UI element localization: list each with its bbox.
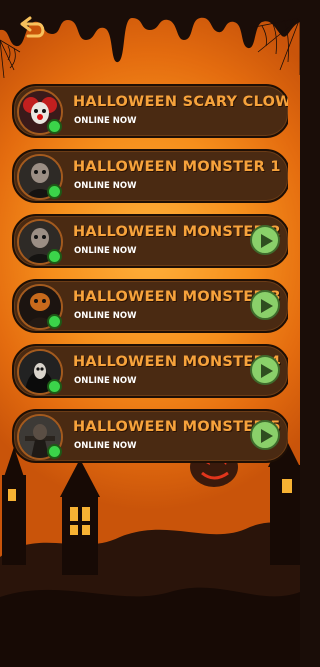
online-status-dot-icon [47, 444, 62, 459]
online-status-dot-icon [47, 184, 62, 199]
online-status-dot-icon [47, 249, 62, 264]
character-list[interactable]: HALLOWEEN SCARY CLOWN ONLINE NOW HALLOWE… [12, 84, 288, 472]
list-item[interactable]: HALLOWEEN SCARY CLOWN ONLINE NOW [12, 84, 288, 138]
online-status-label: ONLINE NOW [74, 181, 137, 191]
online-status-label: ONLINE NOW [74, 246, 137, 256]
online-status-dot-icon [47, 379, 62, 394]
play-button[interactable] [250, 420, 280, 450]
online-status-dot-icon [47, 119, 62, 134]
play-icon [261, 364, 273, 378]
character-name: HALLOWEEN SCARY CLOWN [73, 94, 288, 110]
character-name: HALLOWEEN MONSTER 1 [73, 159, 281, 175]
play-button[interactable] [250, 355, 280, 385]
list-item[interactable]: HALLOWEEN MONSTER 5 ONLINE NOW [12, 409, 288, 463]
play-icon [261, 299, 273, 313]
online-status-label: ONLINE NOW [74, 311, 137, 321]
list-item[interactable]: HALLOWEEN MONSTER 2 ONLINE NOW [12, 214, 288, 268]
play-button[interactable] [250, 290, 280, 320]
online-status-label: ONLINE NOW [74, 441, 137, 451]
online-status-label: ONLINE NOW [74, 116, 137, 126]
back-arrow-icon [20, 16, 45, 38]
online-status-dot-icon [47, 314, 62, 329]
list-item[interactable]: HALLOWEEN MONSTER 4 ONLINE NOW [12, 344, 288, 398]
list-item[interactable]: HALLOWEEN MONSTER 3 ONLINE NOW [12, 279, 288, 333]
back-button[interactable] [18, 14, 48, 42]
play-icon [261, 429, 273, 443]
play-icon [261, 234, 273, 248]
online-status-label: ONLINE NOW [74, 376, 137, 386]
list-item[interactable]: HALLOWEEN MONSTER 1 ONLINE NOW [12, 149, 288, 203]
play-button[interactable] [250, 225, 280, 255]
